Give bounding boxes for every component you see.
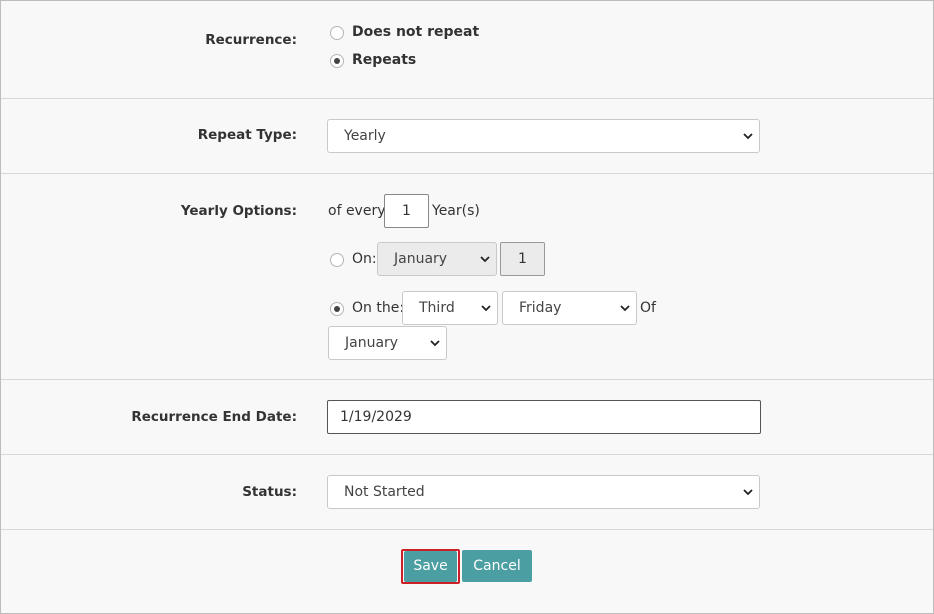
- end-date-row: Recurrence End Date: 1/19/2029: [1, 380, 933, 455]
- on-month-value: January: [394, 251, 448, 267]
- status-label: Status:: [242, 484, 297, 500]
- ordinal-value: Third: [419, 300, 455, 316]
- does-not-repeat-radio[interactable]: [330, 26, 344, 40]
- recurrence-row: Recurrence: Does not repeat Repeats: [1, 1, 933, 99]
- repeat-type-select[interactable]: Yearly: [327, 119, 760, 153]
- actions-bar: Save Cancel: [1, 530, 933, 613]
- yearly-options-row: Yearly Options: of every 1 Year(s) On: J…: [1, 174, 933, 380]
- ordinal-select[interactable]: Third: [402, 291, 498, 325]
- weekday-select[interactable]: Friday: [502, 291, 637, 325]
- does-not-repeat-label[interactable]: Does not repeat: [352, 24, 479, 40]
- on-the-label[interactable]: On the:: [352, 300, 404, 316]
- of-every-text: of every: [328, 203, 386, 219]
- year-interval-input[interactable]: 1: [384, 194, 429, 228]
- chevron-down-icon: [743, 489, 753, 496]
- end-date-label: Recurrence End Date:: [131, 409, 297, 425]
- status-value: Not Started: [344, 484, 425, 500]
- repeats-label[interactable]: Repeats: [352, 52, 416, 68]
- on-the-month-value: January: [345, 335, 399, 351]
- recurrence-form: Recurrence: Does not repeat Repeats Repe…: [0, 0, 934, 614]
- yearly-options-label: Yearly Options:: [180, 203, 297, 219]
- chevron-down-icon: [743, 133, 753, 140]
- repeat-type-label: Repeat Type:: [197, 127, 297, 143]
- on-month-select[interactable]: January: [377, 242, 497, 276]
- chevron-down-icon: [480, 256, 490, 263]
- on-date-radio[interactable]: [330, 253, 344, 267]
- status-select[interactable]: Not Started: [327, 475, 760, 509]
- cancel-button[interactable]: Cancel: [462, 550, 532, 582]
- weekday-value: Friday: [519, 300, 562, 316]
- repeat-type-value: Yearly: [344, 128, 386, 144]
- chevron-down-icon: [481, 305, 491, 312]
- on-day-input[interactable]: 1: [500, 242, 545, 276]
- chevron-down-icon: [430, 340, 440, 347]
- on-date-label[interactable]: On:: [352, 251, 377, 267]
- on-the-month-select[interactable]: January: [328, 326, 447, 360]
- chevron-down-icon: [620, 305, 630, 312]
- repeat-type-row: Repeat Type: Yearly: [1, 99, 933, 174]
- repeats-radio[interactable]: [330, 54, 344, 68]
- on-the-radio[interactable]: [330, 302, 344, 316]
- year-unit-text: Year(s): [432, 203, 480, 219]
- status-row: Status: Not Started: [1, 455, 933, 530]
- of-text: Of: [640, 300, 656, 316]
- end-date-input[interactable]: 1/19/2029: [327, 400, 761, 434]
- save-button[interactable]: Save: [404, 551, 457, 582]
- recurrence-label: Recurrence:: [205, 32, 297, 48]
